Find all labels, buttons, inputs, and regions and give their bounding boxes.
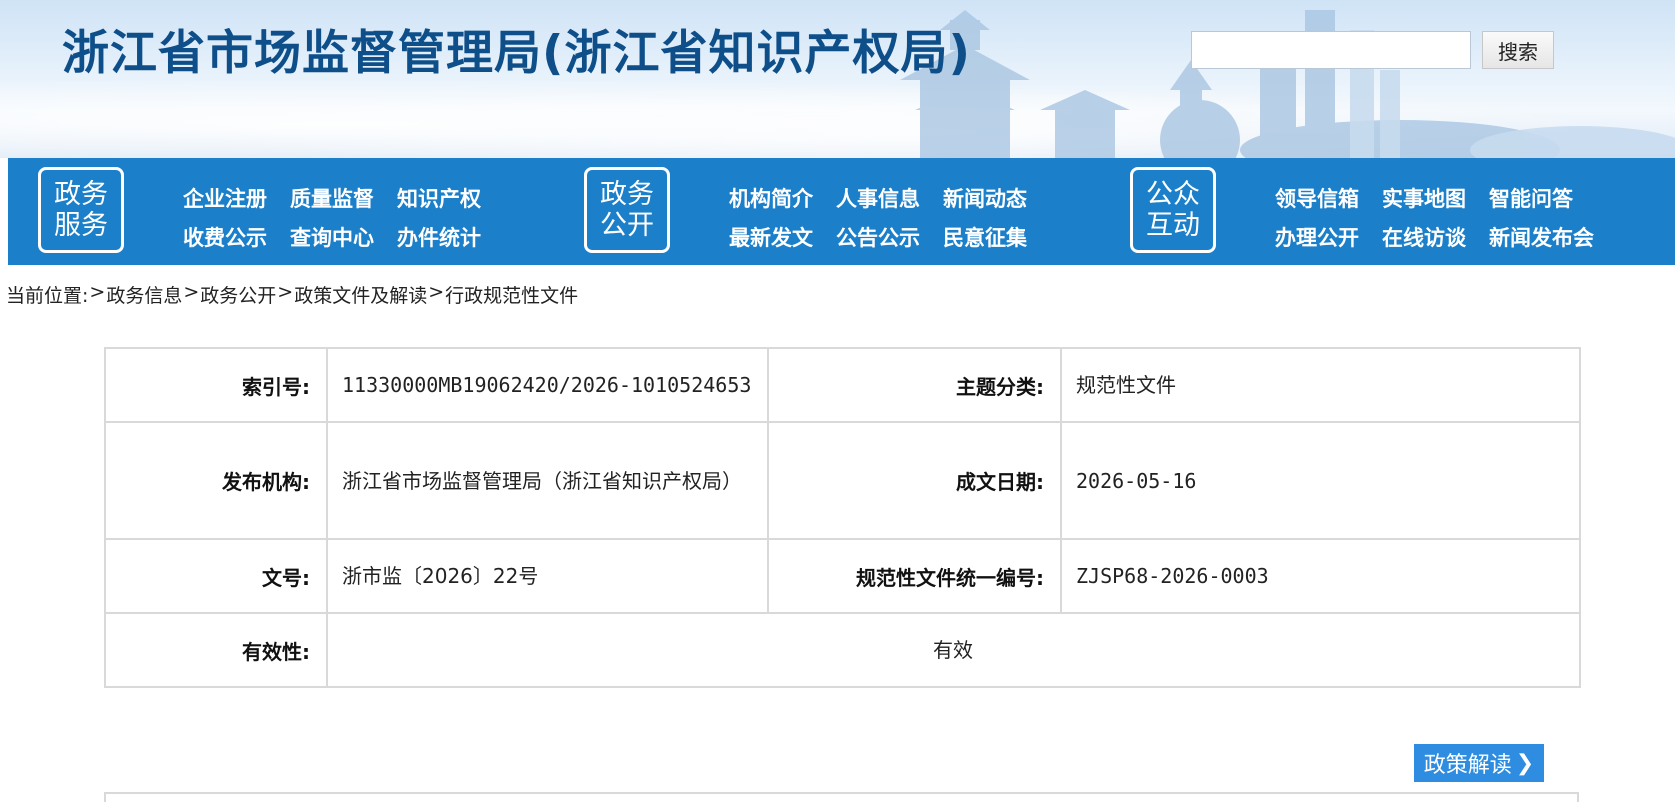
nav-link-quality-supervision[interactable]: 质量监督 <box>290 183 374 213</box>
nav-link-intellectual-property[interactable]: 知识产权 <box>397 183 481 213</box>
search-input[interactable] <box>1191 31 1471 69</box>
site-header: 浙江省市场监督管理局(浙江省知识产权局) 搜索 <box>0 0 1675 158</box>
policy-interpretation-button[interactable]: 政策解读 ❯ <box>1414 744 1544 782</box>
breadcrumb-separator: > <box>277 281 294 303</box>
table-row: 发布机构: 浙江省市场监督管理局（浙江省知识产权局） 成文日期: 2026-05… <box>104 421 1581 540</box>
chevron-right-icon: ❯ <box>1515 750 1535 776</box>
nav-link-enterprise-registration[interactable]: 企业注册 <box>183 183 267 213</box>
breadcrumb: 当前位置: > 政务信息 > 政务公开 > 政策文件及解读 > 行政规范性文件 <box>6 281 578 308</box>
breadcrumb-prefix: 当前位置: <box>6 285 89 307</box>
nav-row: 收费公示 查询中心 办件统计 <box>183 217 504 256</box>
nav-link-announcements[interactable]: 公告公示 <box>836 222 920 252</box>
nav-box-line: 政务 <box>600 179 654 210</box>
nav-link-online-interview[interactable]: 在线访谈 <box>1382 222 1466 252</box>
breadcrumb-item-government-info[interactable]: 政务信息 <box>106 281 182 308</box>
breadcrumb-separator: > <box>89 281 106 303</box>
unified-no-value: ZJSP68-2026-0003 <box>1060 538 1581 614</box>
search-button[interactable]: 搜索 <box>1482 31 1554 69</box>
page-title: 浙江省市场监督管理局(浙江省知识产权局) <box>62 26 971 81</box>
nav-links-public-interaction: 领导信箱 实事地图 智能问答 办理公开 在线访谈 新闻发布会 <box>1275 178 1617 256</box>
breadcrumb-separator: > <box>428 281 445 303</box>
validity-label: 有效性: <box>104 612 328 688</box>
main-navigation: 政务 服务 企业注册 质量监督 知识产权 收费公示 查询中心 办件统计 政务 公… <box>8 158 1675 265</box>
publisher-label: 发布机构: <box>104 421 328 540</box>
nav-box-line: 公开 <box>600 210 654 241</box>
policy-interpretation-label: 政策解读 <box>1423 753 1512 778</box>
breadcrumb-item-open-government[interactable]: 政务公开 <box>200 281 276 308</box>
nav-link-case-statistics[interactable]: 办件统计 <box>397 222 481 252</box>
nav-link-news[interactable]: 新闻动态 <box>943 183 1027 213</box>
document-info-table: 索引号: 11330000MB19062420/2026-1010524653 … <box>104 347 1581 688</box>
table-row: 文号: 浙市监〔2026〕22号 规范性文件统一编号: ZJSP68-2026-… <box>104 538 1581 614</box>
breadcrumb-separator: > <box>183 281 200 303</box>
nav-row: 最新发文 公告公示 民意征集 <box>729 217 1050 256</box>
nav-link-press-conference[interactable]: 新闻发布会 <box>1489 222 1594 252</box>
date-value: 2026-05-16 <box>1060 421 1581 540</box>
validity-value: 有效 <box>326 612 1581 688</box>
doc-no-value: 浙市监〔2026〕22号 <box>326 538 769 614</box>
nav-box-line: 公众 <box>1146 179 1200 210</box>
nav-row: 企业注册 质量监督 知识产权 <box>183 178 504 217</box>
nav-row: 机构简介 人事信息 新闻动态 <box>729 178 1050 217</box>
nav-link-latest-documents[interactable]: 最新发文 <box>729 222 813 252</box>
nav-box-services[interactable]: 政务 服务 <box>38 167 124 253</box>
unified-no-label: 规范性文件统一编号: <box>767 538 1062 614</box>
nav-link-personnel-info[interactable]: 人事信息 <box>836 183 920 213</box>
nav-box-line: 服务 <box>54 210 108 241</box>
nav-link-query-center[interactable]: 查询中心 <box>290 222 374 252</box>
date-label: 成文日期: <box>767 421 1062 540</box>
nav-row: 办理公开 在线访谈 新闻发布会 <box>1275 217 1617 256</box>
nav-box-line: 政务 <box>54 179 108 210</box>
table-row: 有效性: 有效 <box>104 612 1581 688</box>
nav-link-map[interactable]: 实事地图 <box>1382 183 1466 213</box>
nav-link-public-opinion[interactable]: 民意征集 <box>943 222 1027 252</box>
topic-label: 主题分类: <box>767 347 1062 423</box>
nav-link-fee-publicity[interactable]: 收费公示 <box>183 222 267 252</box>
content-box-top-edge <box>104 792 1579 802</box>
publisher-value: 浙江省市场监督管理局（浙江省知识产权局） <box>326 421 769 540</box>
topic-value: 规范性文件 <box>1060 347 1581 423</box>
nav-link-organization-profile[interactable]: 机构简介 <box>729 183 813 213</box>
table-row: 索引号: 11330000MB19062420/2026-1010524653 … <box>104 347 1581 423</box>
breadcrumb-item-policy-documents[interactable]: 政策文件及解读 <box>294 281 427 308</box>
nav-row: 领导信箱 实事地图 智能问答 <box>1275 178 1617 217</box>
nav-link-leader-mailbox[interactable]: 领导信箱 <box>1275 183 1359 213</box>
nav-box-public-interaction[interactable]: 公众 互动 <box>1130 167 1216 253</box>
nav-link-handling-disclosure[interactable]: 办理公开 <box>1275 222 1359 252</box>
index-no-value: 11330000MB19062420/2026-1010524653 <box>326 347 769 423</box>
nav-box-line: 互动 <box>1146 210 1200 241</box>
nav-box-open-government[interactable]: 政务 公开 <box>584 167 670 253</box>
nav-links-open-government: 机构简介 人事信息 新闻动态 最新发文 公告公示 民意征集 <box>729 178 1050 256</box>
nav-links-services: 企业注册 质量监督 知识产权 收费公示 查询中心 办件统计 <box>183 178 504 256</box>
breadcrumb-item-normative-documents[interactable]: 行政规范性文件 <box>445 281 578 308</box>
nav-link-smart-qa[interactable]: 智能问答 <box>1489 183 1573 213</box>
index-no-label: 索引号: <box>104 347 328 423</box>
doc-no-label: 文号: <box>104 538 328 614</box>
